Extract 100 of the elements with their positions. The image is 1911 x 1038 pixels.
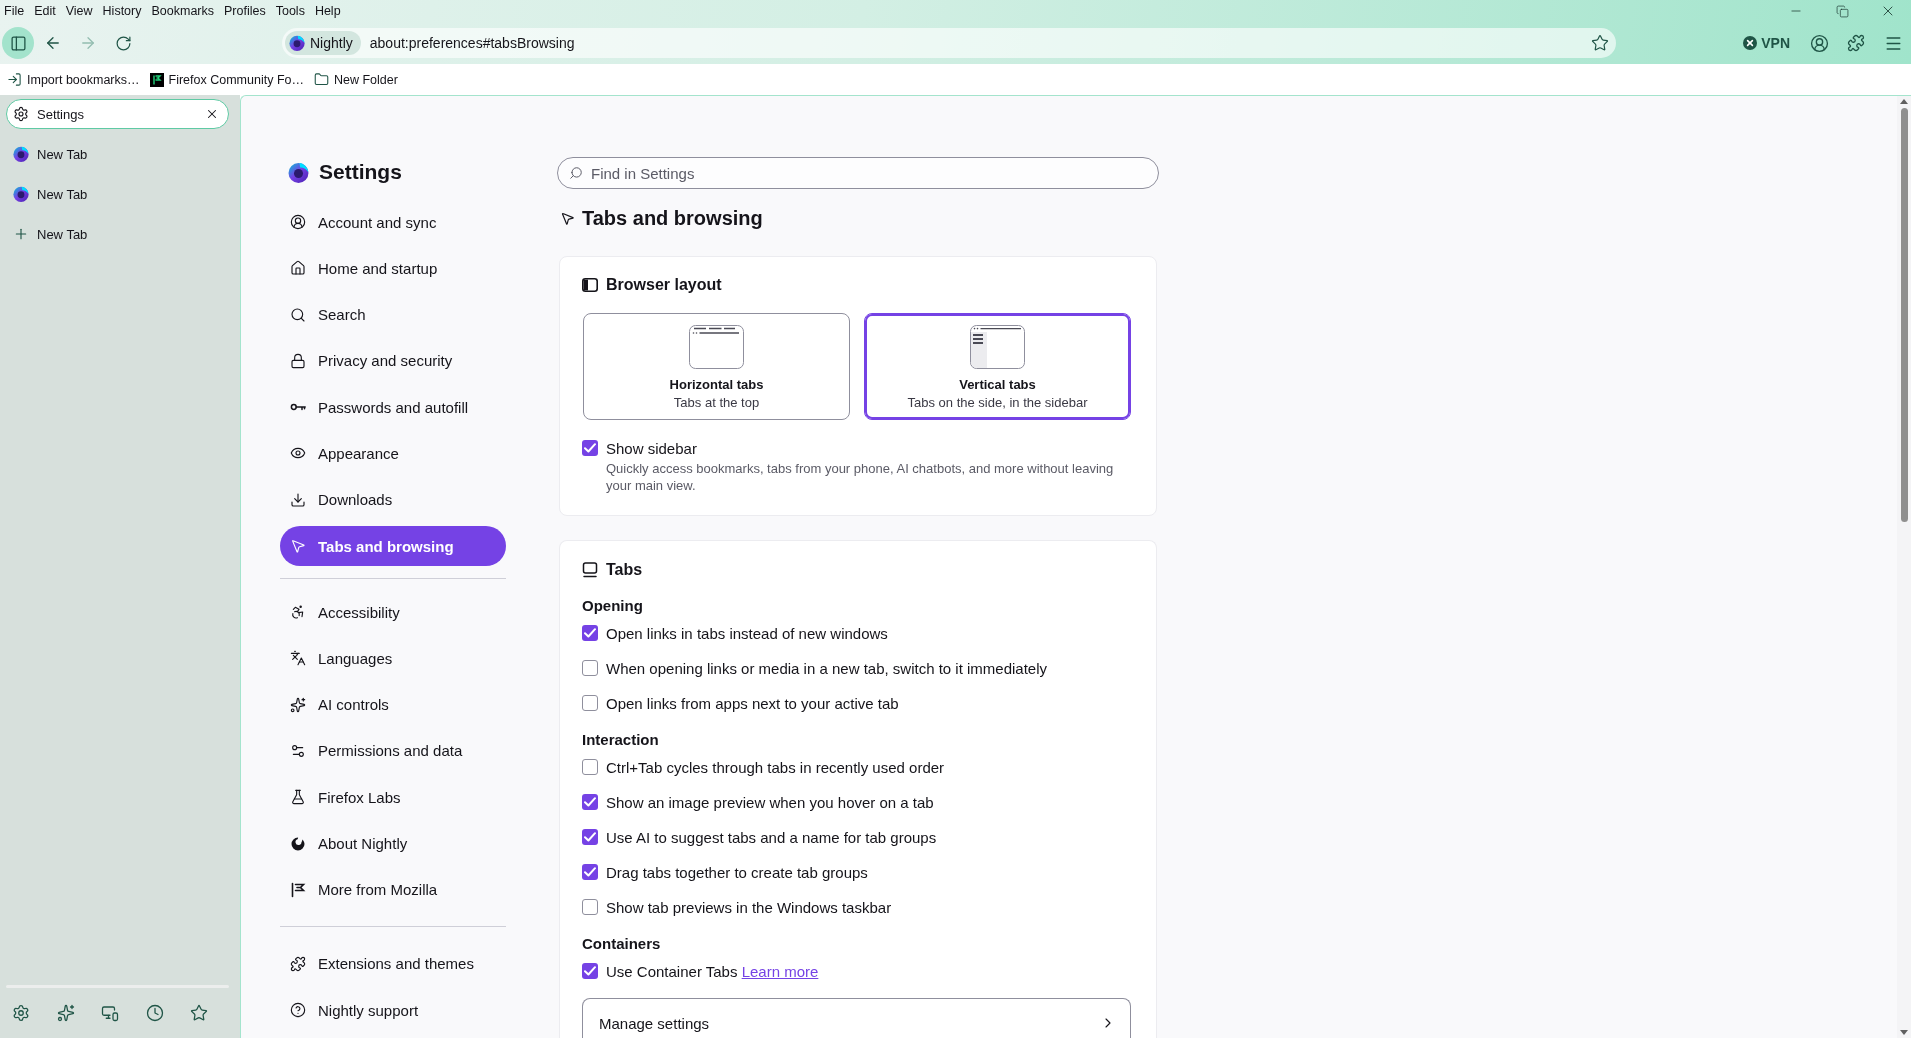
bookmark-item[interactable]: New Folder [314, 72, 398, 87]
checkbox-label: Ctrl+Tab cycles through tabs in recently used order [606, 758, 945, 776]
sidebar-icon [9, 34, 27, 52]
menu-item[interactable]: View [62, 4, 96, 18]
close-icon[interactable] [205, 107, 219, 121]
manage-settings-button[interactable]: Manage settings [582, 998, 1131, 1038]
checkbox[interactable] [582, 759, 598, 775]
crescent-icon [290, 835, 306, 852]
checkbox[interactable] [582, 864, 598, 880]
vpn-button[interactable]: VPN [1743, 35, 1790, 51]
download-icon [290, 491, 306, 508]
nav-item[interactable]: Privacy and security [280, 340, 506, 381]
account-icon[interactable] [1809, 33, 1829, 53]
nav-item[interactable]: More from Mozilla [280, 869, 506, 910]
nav-item[interactable]: Tabs and browsing [280, 526, 506, 567]
search-icon [569, 166, 583, 180]
puzzle-icon[interactable] [1847, 34, 1865, 52]
search-icon [290, 306, 306, 323]
nav-item[interactable]: Firefox Labs [280, 777, 506, 818]
nav-item[interactable]: Nightly support [280, 990, 506, 1031]
accessibility-icon [290, 604, 306, 621]
menu-item[interactable]: Help [311, 4, 344, 18]
reload-icon[interactable] [114, 34, 132, 52]
star-icon[interactable] [190, 1004, 208, 1022]
checkbox-label: Show sidebar [606, 439, 697, 457]
new-tab-button[interactable]: New Tab [6, 219, 229, 249]
menu-item[interactable]: Edit [31, 4, 59, 18]
puzzle-icon [290, 955, 306, 972]
layout-option[interactable]: Vertical tabs Tabs on the side, in the sidebar [864, 313, 1131, 420]
nav-item[interactable]: Downloads [280, 479, 506, 520]
nav-item[interactable]: Extensions and themes [280, 943, 506, 984]
folder-icon [314, 72, 329, 87]
nav-item[interactable]: Account and sync [280, 202, 506, 242]
bookmark-item[interactable]: Firefox Community Fo… [149, 72, 304, 87]
menu-item[interactable]: File [1, 4, 28, 18]
group-heading: Interaction [582, 730, 660, 750]
sidebar-tab[interactable]: New Tab [6, 179, 229, 209]
app-logo-icon [288, 161, 309, 183]
nav-item[interactable]: Home and startup [280, 248, 506, 289]
sidebar-panel-icon [582, 278, 598, 292]
check-icon [584, 867, 596, 877]
nav-item[interactable]: Passwords and autofill [280, 387, 506, 428]
learn-more-link[interactable]: Learn more [741, 962, 819, 980]
user-circle-icon [290, 214, 306, 230]
pointer-icon [560, 210, 575, 226]
check-icon [584, 797, 596, 807]
search-field[interactable]: Find in Settings [557, 157, 1159, 189]
menu-item[interactable]: History [99, 4, 145, 18]
checkbox[interactable] [582, 625, 598, 641]
home-icon [290, 260, 306, 277]
group-heading: Opening [582, 596, 644, 616]
menu-item[interactable]: Tools [272, 4, 308, 18]
sparkle-icon[interactable] [56, 1004, 75, 1022]
identity-button[interactable]: Nightly [285, 31, 361, 55]
checkbox[interactable] [582, 899, 598, 915]
checkbox[interactable] [582, 660, 598, 676]
nav-item[interactable]: Permissions and data [280, 730, 506, 771]
window-top-tabs-icon [689, 325, 744, 369]
checkbox[interactable] [582, 963, 598, 979]
sparkle-icon [290, 696, 306, 713]
nav-item[interactable]: Search [280, 294, 506, 335]
star-icon[interactable] [1591, 34, 1609, 52]
menu-item[interactable]: Profiles [221, 4, 269, 18]
checkbox[interactable] [582, 794, 598, 810]
menu-item[interactable]: Bookmarks [148, 4, 217, 18]
checkbox-label: Open links in tabs instead of new windows [606, 624, 888, 642]
address-bar[interactable]: Nightly about:preferences#tabsBrowsing [282, 28, 1616, 58]
sidebar-toggle-button[interactable] [2, 27, 34, 59]
checkbox[interactable] [582, 829, 598, 845]
section-title: Tabs [606, 560, 643, 579]
x-circle-icon [1743, 36, 1758, 50]
checkbox[interactable] [582, 695, 598, 711]
app-logo-icon [13, 146, 29, 162]
clock-icon[interactable] [145, 1004, 164, 1022]
devices-icon[interactable] [101, 1004, 119, 1022]
nav-item[interactable]: Appearance [280, 433, 506, 474]
nav-item[interactable]: Accessibility [280, 592, 506, 633]
sidebar-tab[interactable]: New Tab [6, 139, 229, 169]
arrow-in-box-icon [7, 72, 22, 87]
nav-item[interactable]: Languages [280, 638, 506, 679]
nav-item[interactable]: About Nightly [280, 823, 506, 864]
page-title: Tabs and browsing [582, 206, 763, 230]
scrollbar-thumb[interactable] [1900, 108, 1908, 522]
settings-icon[interactable] [12, 1004, 30, 1022]
triangle-down-icon[interactable] [1900, 1030, 1908, 1035]
layout-option[interactable]: Horizontal tabs Tabs at the top [583, 313, 850, 420]
group-heading: Containers [582, 934, 662, 954]
sidebar-tab[interactable]: Settings [6, 99, 229, 129]
restore-icon[interactable] [1835, 4, 1849, 18]
bookmark-item[interactable]: Import bookmarks… [7, 72, 140, 87]
nav-item[interactable]: AI controls [280, 684, 506, 725]
back-icon[interactable] [44, 34, 62, 52]
translate-icon [290, 650, 306, 667]
checkbox[interactable] [582, 440, 598, 456]
flag-icon [290, 881, 306, 898]
checkbox-label: Show tab previews in the Windows taskbar [606, 898, 892, 916]
plus-icon [13, 226, 29, 242]
scrollbar[interactable] [1897, 96, 1911, 1038]
check-icon [584, 832, 596, 842]
triangle-up-icon[interactable] [1900, 99, 1908, 104]
